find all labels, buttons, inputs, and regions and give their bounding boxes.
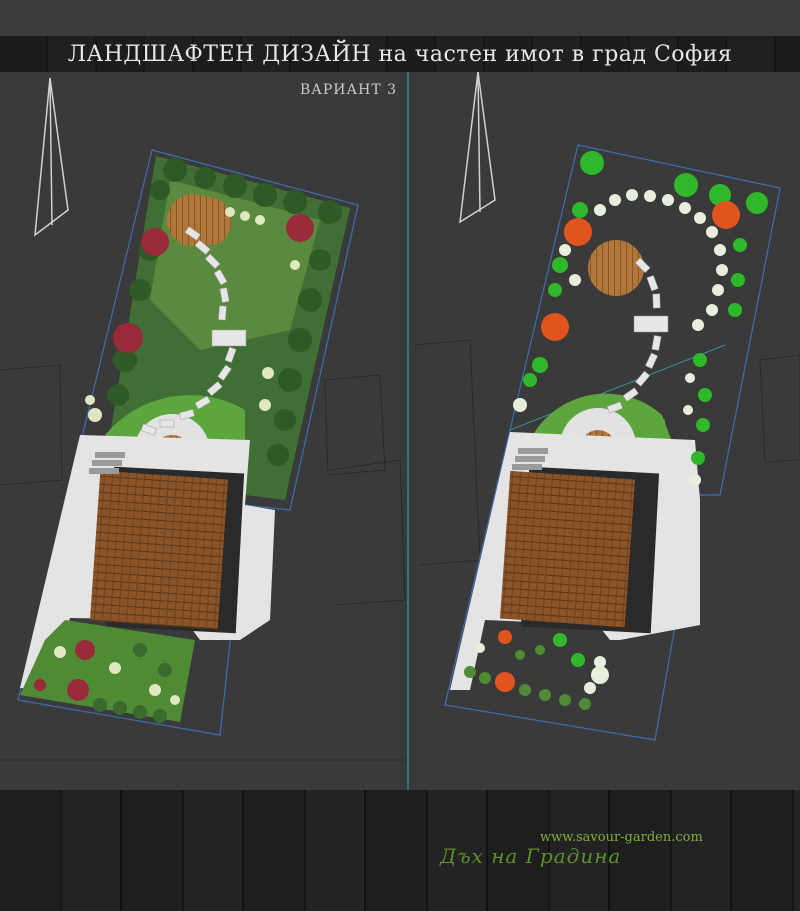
- variant-label: ВАРИАНТ 3: [300, 82, 398, 98]
- plan-right: [444, 144, 781, 741]
- site-plans: [0, 71, 800, 790]
- north-arrow-right: [459, 71, 496, 224]
- plan-left: [17, 149, 359, 736]
- north-arrow-left: [34, 77, 69, 237]
- footer-brand: Дъх на Градина: [440, 844, 622, 868]
- footer-url: www.savour-garden.com: [540, 830, 703, 845]
- footer-wood-bar: [0, 790, 800, 911]
